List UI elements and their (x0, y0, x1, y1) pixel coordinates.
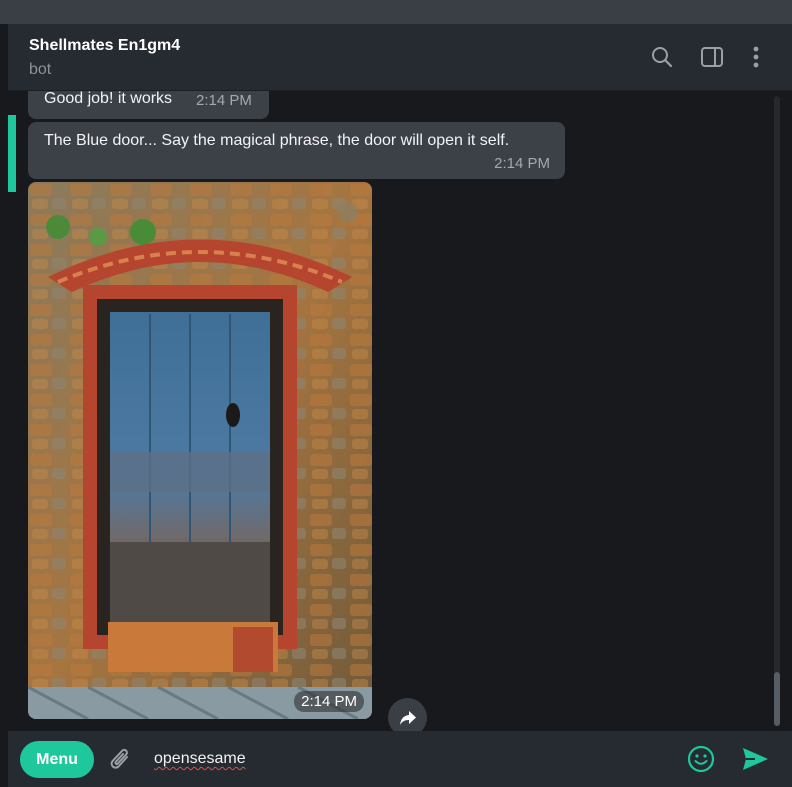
photo-message[interactable]: 2:14 PM (28, 182, 372, 719)
menu-button[interactable]: Menu (20, 741, 94, 778)
more-vertical-icon[interactable] (742, 43, 770, 71)
title-bar (0, 0, 792, 24)
message-time: 2:14 PM (196, 92, 252, 109)
message-text: The Blue door... Say the magical phrase,… (44, 132, 510, 149)
chat-status: bot (29, 61, 52, 78)
message-composer: Menu opensesame (8, 731, 792, 787)
sidebar-toggle-icon[interactable] (698, 43, 726, 71)
send-icon[interactable] (738, 744, 772, 774)
scrollbar[interactable] (774, 96, 780, 726)
message-input[interactable]: opensesame (154, 748, 654, 772)
unread-indicator (8, 115, 16, 192)
message-text: Good job! it works (44, 91, 173, 107)
search-icon[interactable] (648, 43, 676, 71)
emoji-icon[interactable] (686, 744, 716, 774)
paperclip-icon[interactable] (107, 745, 135, 775)
chat-header: Shellmates En1gm4 bot (8, 24, 792, 91)
message-bubble[interactable]: The Blue door... Say the magical phrase,… (28, 122, 565, 179)
message-time: 2:14 PM (494, 155, 550, 172)
forward-button[interactable] (388, 698, 427, 731)
message-input-text: opensesame (154, 750, 246, 767)
chat-window: Shellmates En1gm4 bot Good job! it works (8, 24, 792, 787)
share-arrow-icon (399, 710, 416, 725)
blue-door-photo (28, 182, 372, 719)
message-list[interactable]: Good job! it works 2:14 PM The Blue door… (8, 91, 792, 731)
message-time: 2:14 PM (294, 691, 364, 712)
message-bubble[interactable]: Good job! it works 2:14 PM (28, 91, 269, 119)
scrollbar-thumb[interactable] (774, 672, 780, 726)
chat-title[interactable]: Shellmates En1gm4 (29, 37, 180, 55)
